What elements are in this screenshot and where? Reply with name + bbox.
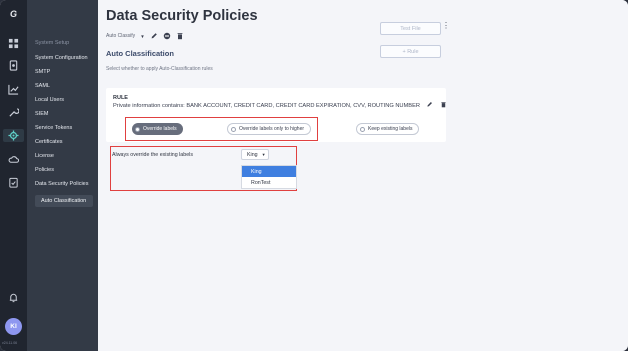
info-circle-icon[interactable]	[163, 27, 171, 45]
add-rule-button[interactable]: + Rule	[380, 45, 441, 58]
chevron-down-icon[interactable]: ▼	[140, 34, 144, 39]
main-content: Data Security Policies Auto Classify ▼ T…	[98, 0, 628, 351]
label-select-value: King	[247, 151, 258, 158]
override-labels-option[interactable]: Override labels	[132, 123, 183, 135]
chart-icon[interactable]	[7, 83, 20, 96]
sidebar-item-policies[interactable]: Policies	[35, 167, 54, 173]
sidebar-item-smtp[interactable]: SMTP	[35, 69, 50, 75]
logo-icon[interactable]: G	[7, 7, 20, 20]
override-labels-text: Override labels	[143, 126, 177, 132]
wrench-icon[interactable]	[7, 106, 20, 119]
mode-row: Auto Classify ▼	[106, 27, 184, 45]
rule-text: Private information contains: BANK ACCOU…	[113, 103, 420, 109]
label-select[interactable]: King ▼	[241, 149, 269, 160]
test-file-button[interactable]: Test File	[380, 22, 441, 35]
label-dropdown: King RonTest	[241, 165, 297, 189]
dropdown-option-rontest[interactable]: RonTest	[242, 177, 296, 188]
trash-icon[interactable]	[176, 27, 184, 45]
sidebar-item-auto-classification[interactable]: Auto Classification	[35, 195, 93, 207]
edit-rule-icon[interactable]	[426, 95, 433, 113]
logo-text: G	[9, 8, 17, 19]
grid-icon[interactable]	[7, 37, 20, 50]
gear-icon[interactable]	[3, 129, 24, 142]
radio-icon	[360, 126, 365, 132]
radio-icon	[231, 126, 236, 132]
nav-section-title: System Setup	[35, 40, 70, 46]
sidebar-item-system-configuration[interactable]: System Configuration	[35, 55, 88, 61]
rule-heading: RULE	[113, 95, 128, 101]
keep-existing-text: Keep existing labels	[368, 126, 413, 132]
keep-existing-option[interactable]: Keep existing labels	[356, 123, 420, 135]
override-field-label: Always override the existing labels	[112, 152, 193, 158]
settings-sidebar: System Setup System Configuration SMTP S…	[27, 0, 98, 351]
delete-rule-icon[interactable]	[440, 95, 447, 113]
sidebar-item-license[interactable]: License	[35, 153, 54, 159]
app-window: G KI v24.11.06 System Setup System Confi…	[0, 0, 628, 351]
document-icon[interactable]	[7, 59, 20, 72]
dropdown-option-king[interactable]: King	[242, 166, 296, 177]
section-title: Auto Classification	[106, 49, 174, 58]
avatar[interactable]: KI	[5, 318, 22, 335]
sidebar-item-certificates[interactable]: Certificates	[35, 139, 63, 145]
cloud-icon[interactable]	[7, 153, 20, 166]
icon-rail: G KI v24.11.06	[0, 0, 27, 351]
radio-selected-icon	[135, 126, 140, 132]
page-title: Data Security Policies	[106, 8, 258, 24]
sidebar-item-local-users[interactable]: Local Users	[35, 97, 64, 103]
sidebar-item-saml[interactable]: SAML	[35, 83, 50, 89]
sidebar-item-service-tokens[interactable]: Service Tokens	[35, 125, 72, 131]
section-description: Select whether to apply Auto-Classificat…	[106, 66, 213, 72]
bell-icon[interactable]	[7, 291, 20, 304]
sidebar-item-siem[interactable]: SIEM	[35, 111, 48, 117]
pencil-icon[interactable]	[150, 27, 158, 45]
clipboard-check-icon[interactable]	[7, 176, 20, 189]
sidebar-item-data-security-policies[interactable]: Data Security Policies	[35, 181, 89, 187]
version-label: v24.11.06	[2, 341, 18, 345]
mode-select[interactable]: Auto Classify	[106, 33, 135, 39]
kebab-menu-icon[interactable]: ⋮	[442, 22, 450, 30]
override-higher-text: Override labels only to higher	[239, 126, 305, 132]
override-higher-option[interactable]: Override labels only to higher	[227, 123, 312, 135]
chevron-down-icon: ▼	[261, 152, 266, 157]
